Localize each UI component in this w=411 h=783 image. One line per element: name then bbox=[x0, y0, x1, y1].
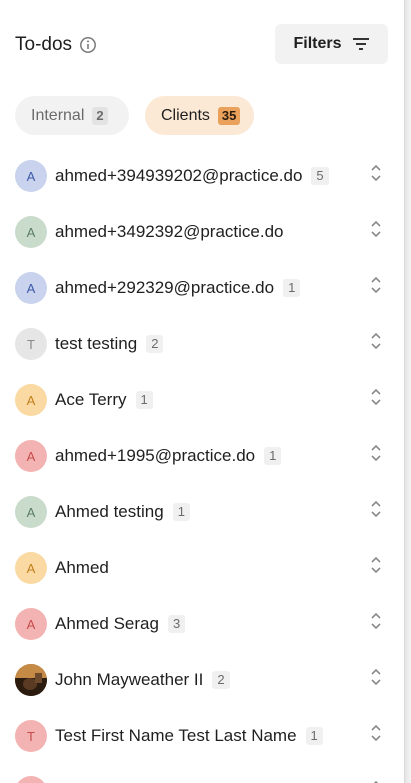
list-item[interactable]: A Ahmed bbox=[0, 540, 405, 596]
avatar: A bbox=[15, 440, 47, 472]
expand-collapse-icon[interactable] bbox=[369, 612, 383, 630]
avatar bbox=[15, 776, 47, 783]
todo-count-badge: 2 bbox=[212, 671, 230, 689]
filters-button-label: Filters bbox=[293, 35, 342, 52]
client-name-wrap: ahmed+292329@practice.do 1 bbox=[55, 278, 301, 298]
todo-count-badge: 1 bbox=[264, 447, 282, 465]
tab-count-badge: 35 bbox=[217, 106, 241, 125]
client-name: Ahmed testing bbox=[55, 502, 164, 521]
expand-collapse-icon[interactable] bbox=[369, 556, 383, 574]
title-wrap: To-dos bbox=[15, 34, 97, 56]
list-item[interactable]: A Ahmed Serag 3 bbox=[0, 596, 405, 652]
tabs: Internal 2 Clients 35 bbox=[15, 96, 254, 135]
client-name-wrap: Ahmed testing 1 bbox=[55, 502, 190, 522]
todo-count-badge: 1 bbox=[135, 391, 153, 409]
expand-collapse-icon[interactable] bbox=[369, 500, 383, 518]
filter-icon bbox=[352, 37, 370, 51]
avatar: T bbox=[15, 720, 47, 752]
client-name: ahmed+1995@practice.do bbox=[55, 446, 256, 465]
client-name-wrap: Test First Name Test Last Name 1 bbox=[55, 726, 323, 746]
client-name: ahmed+292329@practice.do bbox=[55, 278, 275, 297]
list-item[interactable]: Aahmed+3492392@practice.do bbox=[0, 204, 405, 260]
client-name: Ahmed bbox=[55, 558, 109, 577]
list-item[interactable]: Aahmed+1995@practice.do 1 bbox=[0, 428, 405, 484]
avatar: A bbox=[15, 552, 47, 584]
tab-label: Internal bbox=[31, 106, 85, 124]
list-item[interactable]: John Mayweather II 2 bbox=[0, 652, 405, 708]
expand-collapse-icon[interactable] bbox=[369, 388, 383, 406]
avatar: A bbox=[15, 216, 47, 248]
todo-count-badge: 1 bbox=[305, 727, 323, 745]
page-title: To-dos bbox=[15, 34, 73, 55]
client-name-wrap: Ahmed bbox=[55, 558, 109, 578]
header: To-dos Filters bbox=[15, 24, 388, 64]
client-name-wrap: ahmed+394939202@practice.do 5 bbox=[55, 166, 329, 186]
list-item[interactable]: Aahmed+394939202@practice.do 5 bbox=[0, 148, 405, 204]
tab-label: Clients bbox=[161, 106, 210, 124]
list-item[interactable]: T Test First Name Test Last Name 1 bbox=[0, 708, 405, 764]
expand-collapse-icon[interactable] bbox=[369, 220, 383, 238]
client-name: Test First Name Test Last Name bbox=[55, 726, 297, 745]
expand-collapse-icon[interactable] bbox=[369, 276, 383, 294]
client-name-wrap: John Mayweather II 2 bbox=[55, 670, 230, 690]
client-name-wrap: Ahmed Serag 3 bbox=[55, 614, 186, 634]
client-name: John Mayweather II bbox=[55, 670, 204, 689]
client-name-wrap: ahmed+1995@practice.do 1 bbox=[55, 446, 282, 466]
expand-collapse-icon[interactable] bbox=[369, 724, 383, 742]
list-item[interactable]: A Ace Terry 1 bbox=[0, 372, 405, 428]
expand-collapse-icon[interactable] bbox=[369, 332, 383, 350]
avatar-photo-icon bbox=[15, 664, 47, 696]
filters-button[interactable]: Filters bbox=[275, 24, 388, 64]
client-name: ahmed+394939202@practice.do bbox=[55, 166, 303, 185]
client-name-wrap: test testing 2 bbox=[55, 334, 164, 354]
todo-count-badge: 1 bbox=[283, 279, 301, 297]
avatar: T bbox=[15, 328, 47, 360]
client-name-wrap: ahmed+3492392@practice.do bbox=[55, 222, 284, 242]
list-item[interactable]: Ttest testing 2 bbox=[0, 316, 405, 372]
avatar: A bbox=[15, 384, 47, 416]
client-name-wrap: Ace Terry 1 bbox=[55, 390, 153, 410]
client-name: ahmed+3492392@practice.do bbox=[55, 222, 284, 241]
expand-collapse-icon[interactable] bbox=[369, 444, 383, 462]
info-icon[interactable] bbox=[79, 36, 97, 54]
expand-collapse-icon[interactable] bbox=[369, 164, 383, 182]
client-name: test testing bbox=[55, 334, 138, 353]
avatar: A bbox=[15, 608, 47, 640]
todo-count-badge: 5 bbox=[311, 167, 329, 185]
avatar bbox=[15, 664, 47, 696]
todos-panel: To-dos Filters Internal 2 Clients 35 A a… bbox=[0, 0, 405, 783]
todo-count-badge: 3 bbox=[167, 615, 186, 633]
todo-count-badge: 2 bbox=[146, 335, 164, 353]
list-item-partial[interactable] bbox=[0, 764, 405, 783]
tab-internal[interactable]: Internal 2 bbox=[15, 96, 129, 135]
list-item[interactable]: Aahmed+292329@practice.do 1 bbox=[0, 260, 405, 316]
scrollbar-track[interactable] bbox=[404, 0, 411, 783]
client-name: Ahmed Serag bbox=[55, 614, 159, 633]
client-name: Ace Terry bbox=[55, 390, 127, 409]
avatar: A bbox=[15, 496, 47, 528]
tab-clients[interactable]: Clients 35 bbox=[145, 96, 254, 135]
list-item[interactable]: A Ahmed testing 1 bbox=[0, 484, 405, 540]
avatar: A bbox=[15, 160, 47, 192]
todo-count-badge: 1 bbox=[172, 503, 190, 521]
client-list: Aahmed+394939202@practice.do 5 Aahmed+3492… bbox=[0, 148, 405, 783]
avatar: A bbox=[15, 272, 47, 304]
tab-count-badge: 2 bbox=[92, 106, 108, 125]
expand-collapse-icon[interactable] bbox=[369, 668, 383, 686]
